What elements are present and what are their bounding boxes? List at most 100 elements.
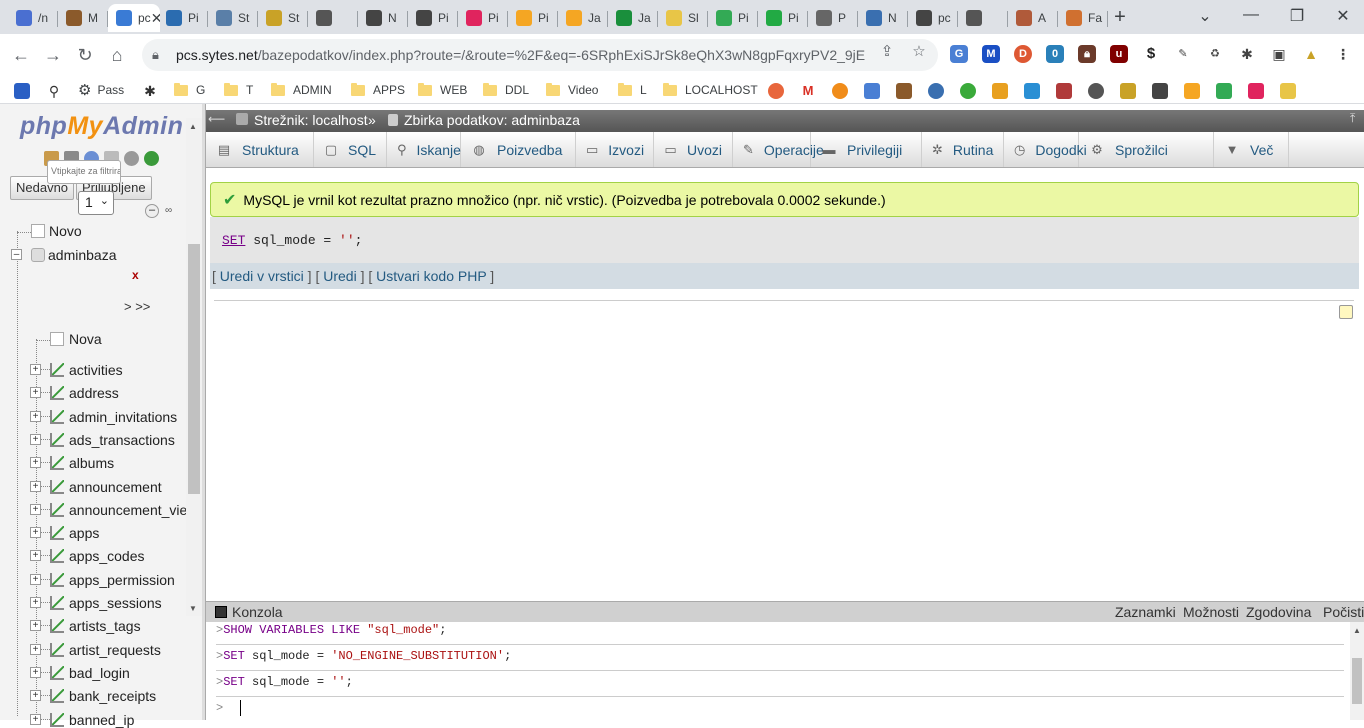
edit-link[interactable]: Uredi xyxy=(323,268,356,284)
table-name[interactable]: ads_transactions xyxy=(69,432,175,448)
page-select[interactable]: 1 ⌄ xyxy=(78,191,114,215)
scroll-down-arrow-icon[interactable]: ▼ xyxy=(189,604,197,613)
translate-extension-icon[interactable]: G xyxy=(950,45,968,63)
console-clear-button[interactable]: Počisti xyxy=(1323,604,1364,620)
scroll-up-arrow-icon[interactable]: ▲ xyxy=(189,122,197,131)
create-php-code-link[interactable]: Ustvari kodo PHP xyxy=(376,268,486,284)
bookmark-site-icon[interactable] xyxy=(768,83,784,99)
table-name[interactable]: albums xyxy=(69,455,114,471)
bookmark-site-icon[interactable] xyxy=(1056,83,1072,99)
expand-table-icon[interactable]: + xyxy=(30,457,41,469)
tab-rutina[interactable]: ✲ Rutina xyxy=(922,132,1004,167)
database-adminbaza[interactable]: adminbaza xyxy=(48,247,117,263)
extension-icon[interactable]: ✎ xyxy=(1174,45,1192,63)
table-name[interactable]: apps_codes xyxy=(69,548,145,564)
profile-icon[interactable]: ▲ xyxy=(1302,45,1320,63)
console-options-button[interactable]: Možnosti xyxy=(1183,604,1239,620)
reload-navigation-icon[interactable] xyxy=(144,151,159,166)
bookmark-folder-ddl[interactable]: DDL xyxy=(483,81,529,99)
browser-tab[interactable]: St xyxy=(258,4,308,32)
expand-table-icon[interactable]: + xyxy=(30,480,41,492)
bookmark-site-icon[interactable] xyxy=(928,83,944,99)
browser-tab[interactable]: A xyxy=(1008,4,1058,32)
table-name[interactable]: artist_requests xyxy=(69,642,161,658)
new-table-link[interactable]: Nova xyxy=(69,331,102,347)
address-bar[interactable]: 🔒︎ pcs.sytes.net/bazepodatkov/index.php?… xyxy=(142,39,938,71)
expand-table-icon[interactable]: + xyxy=(30,433,41,445)
reload-icon[interactable]: ↻ xyxy=(74,44,96,66)
breadcrumb-server[interactable]: Strežnik: localhost xyxy=(254,112,368,128)
recycle-extension-icon[interactable]: ♻ xyxy=(1206,45,1224,63)
scrollbar-thumb[interactable] xyxy=(1352,658,1362,704)
collapse-top-menu-icon[interactable]: ⤒ xyxy=(1350,111,1355,126)
collapse-database-icon[interactable]: – xyxy=(11,249,22,260)
bookmark-folder-localhost[interactable]: LOCALHOST xyxy=(663,81,758,99)
browser-tab[interactable]: Sl xyxy=(658,4,708,32)
expand-table-icon[interactable]: + xyxy=(30,364,41,375)
tab-dogodki[interactable]: ◷ Dogodki xyxy=(1004,132,1087,167)
table-name[interactable]: apps xyxy=(69,525,99,541)
scroll-up-arrow-icon[interactable]: ▲ xyxy=(1353,626,1361,635)
key-icon[interactable]: ⚲ xyxy=(46,83,62,99)
inline-edit-link[interactable]: Uredi v vrstici xyxy=(220,268,304,284)
table-name[interactable]: bank_receipts xyxy=(69,688,156,704)
navigation-scrollbar[interactable]: ▲ ▼ xyxy=(186,118,202,616)
tab-sql[interactable]: ▢ SQL xyxy=(314,132,387,167)
next-page-button[interactable]: > >> xyxy=(124,299,150,314)
tree-filter-input[interactable]: Vtipkajte za filtriranje xyxy=(47,160,121,184)
link-with-main-icon[interactable]: ∞ xyxy=(165,206,179,216)
expand-table-icon[interactable]: + xyxy=(30,410,41,422)
expand-table-icon[interactable]: + xyxy=(30,666,41,678)
forward-arrow-icon[interactable]: → xyxy=(42,44,64,66)
bookmark-site-icon[interactable] xyxy=(960,83,976,99)
collapse-arrow-icon[interactable]: ⟵ xyxy=(208,112,225,126)
console-scrollbar[interactable]: ▲ xyxy=(1350,622,1364,720)
tab-privilegiji[interactable]: ▬ Privilegiji xyxy=(811,132,922,167)
tab-search-icon[interactable]: ⌄ xyxy=(1194,6,1216,26)
table-name[interactable]: activities xyxy=(69,362,123,378)
browser-tab[interactable]: Pi xyxy=(458,4,508,32)
browser-tab[interactable]: pc xyxy=(908,4,958,32)
expand-table-icon[interactable]: + xyxy=(30,713,41,725)
bookmark-site-icon[interactable] xyxy=(1184,83,1200,99)
bookmark-star-icon[interactable]: ☆ xyxy=(910,42,928,60)
bookmark-folder-t[interactable]: T xyxy=(224,81,253,99)
back-arrow-icon[interactable]: ← xyxy=(10,44,32,66)
browser-tab[interactable]: Pi xyxy=(158,4,208,32)
table-name[interactable]: announcement_views xyxy=(69,502,187,518)
tab-uvozi[interactable]: ▭ Uvozi xyxy=(654,132,733,167)
bookmark-site-icon[interactable] xyxy=(1248,83,1264,99)
tab-struktura[interactable]: ▤ Struktura xyxy=(206,132,314,167)
extension-badge-icon[interactable]: 0 xyxy=(1046,45,1064,63)
bookmark-pass[interactable]: ⚙ Pass xyxy=(78,81,124,99)
phpmyadmin-icon[interactable] xyxy=(992,83,1008,99)
maximize-button[interactable]: ❐ xyxy=(1286,6,1308,26)
browser-tab[interactable]: Fa xyxy=(1058,4,1108,32)
browser-tab[interactable]: M xyxy=(58,4,108,32)
browser-tab[interactable] xyxy=(308,4,358,32)
tab-operacije[interactable]: ✎ Operacije xyxy=(733,132,824,167)
browser-tab[interactable]: Pi xyxy=(758,4,808,32)
bookmark-folder-g[interactable]: G xyxy=(174,81,205,99)
gmail-icon[interactable]: M xyxy=(800,83,816,99)
browser-tab[interactable]: Ja xyxy=(558,4,608,32)
bookmark-icon[interactable] xyxy=(14,83,30,99)
malwarebytes-extension-icon[interactable]: M xyxy=(982,45,1000,63)
table-name[interactable]: announcement xyxy=(69,479,162,495)
bookmark-site-icon[interactable] xyxy=(1088,83,1104,99)
ublock-extension-icon[interactable]: u xyxy=(1110,45,1128,63)
console-input[interactable]: > xyxy=(216,700,1344,718)
browser-tab[interactable]: N xyxy=(358,4,408,32)
url-text[interactable]: pcs.sytes.net/bazepodatkov/index.php?rou… xyxy=(176,47,866,63)
console-history-entry[interactable]: >SET sql_mode = ''; xyxy=(216,675,1344,697)
bookmark-site-icon[interactable] xyxy=(1280,83,1296,99)
bookmark-folder-l[interactable]: L xyxy=(618,81,647,99)
console-history-entry[interactable]: >SET sql_mode = 'NO_ENGINE_SUBSTITUTION'… xyxy=(216,649,1344,671)
bookmark-site-icon[interactable] xyxy=(832,83,848,99)
browser-tab[interactable] xyxy=(958,4,1008,32)
browser-tab[interactable]: P xyxy=(808,4,858,32)
bookmark-folder-video[interactable]: Video xyxy=(546,81,598,99)
table-name[interactable]: apps_permission xyxy=(69,572,175,588)
bookmark-site-icon[interactable] xyxy=(1120,83,1136,99)
browser-tab[interactable]: Pi xyxy=(708,4,758,32)
